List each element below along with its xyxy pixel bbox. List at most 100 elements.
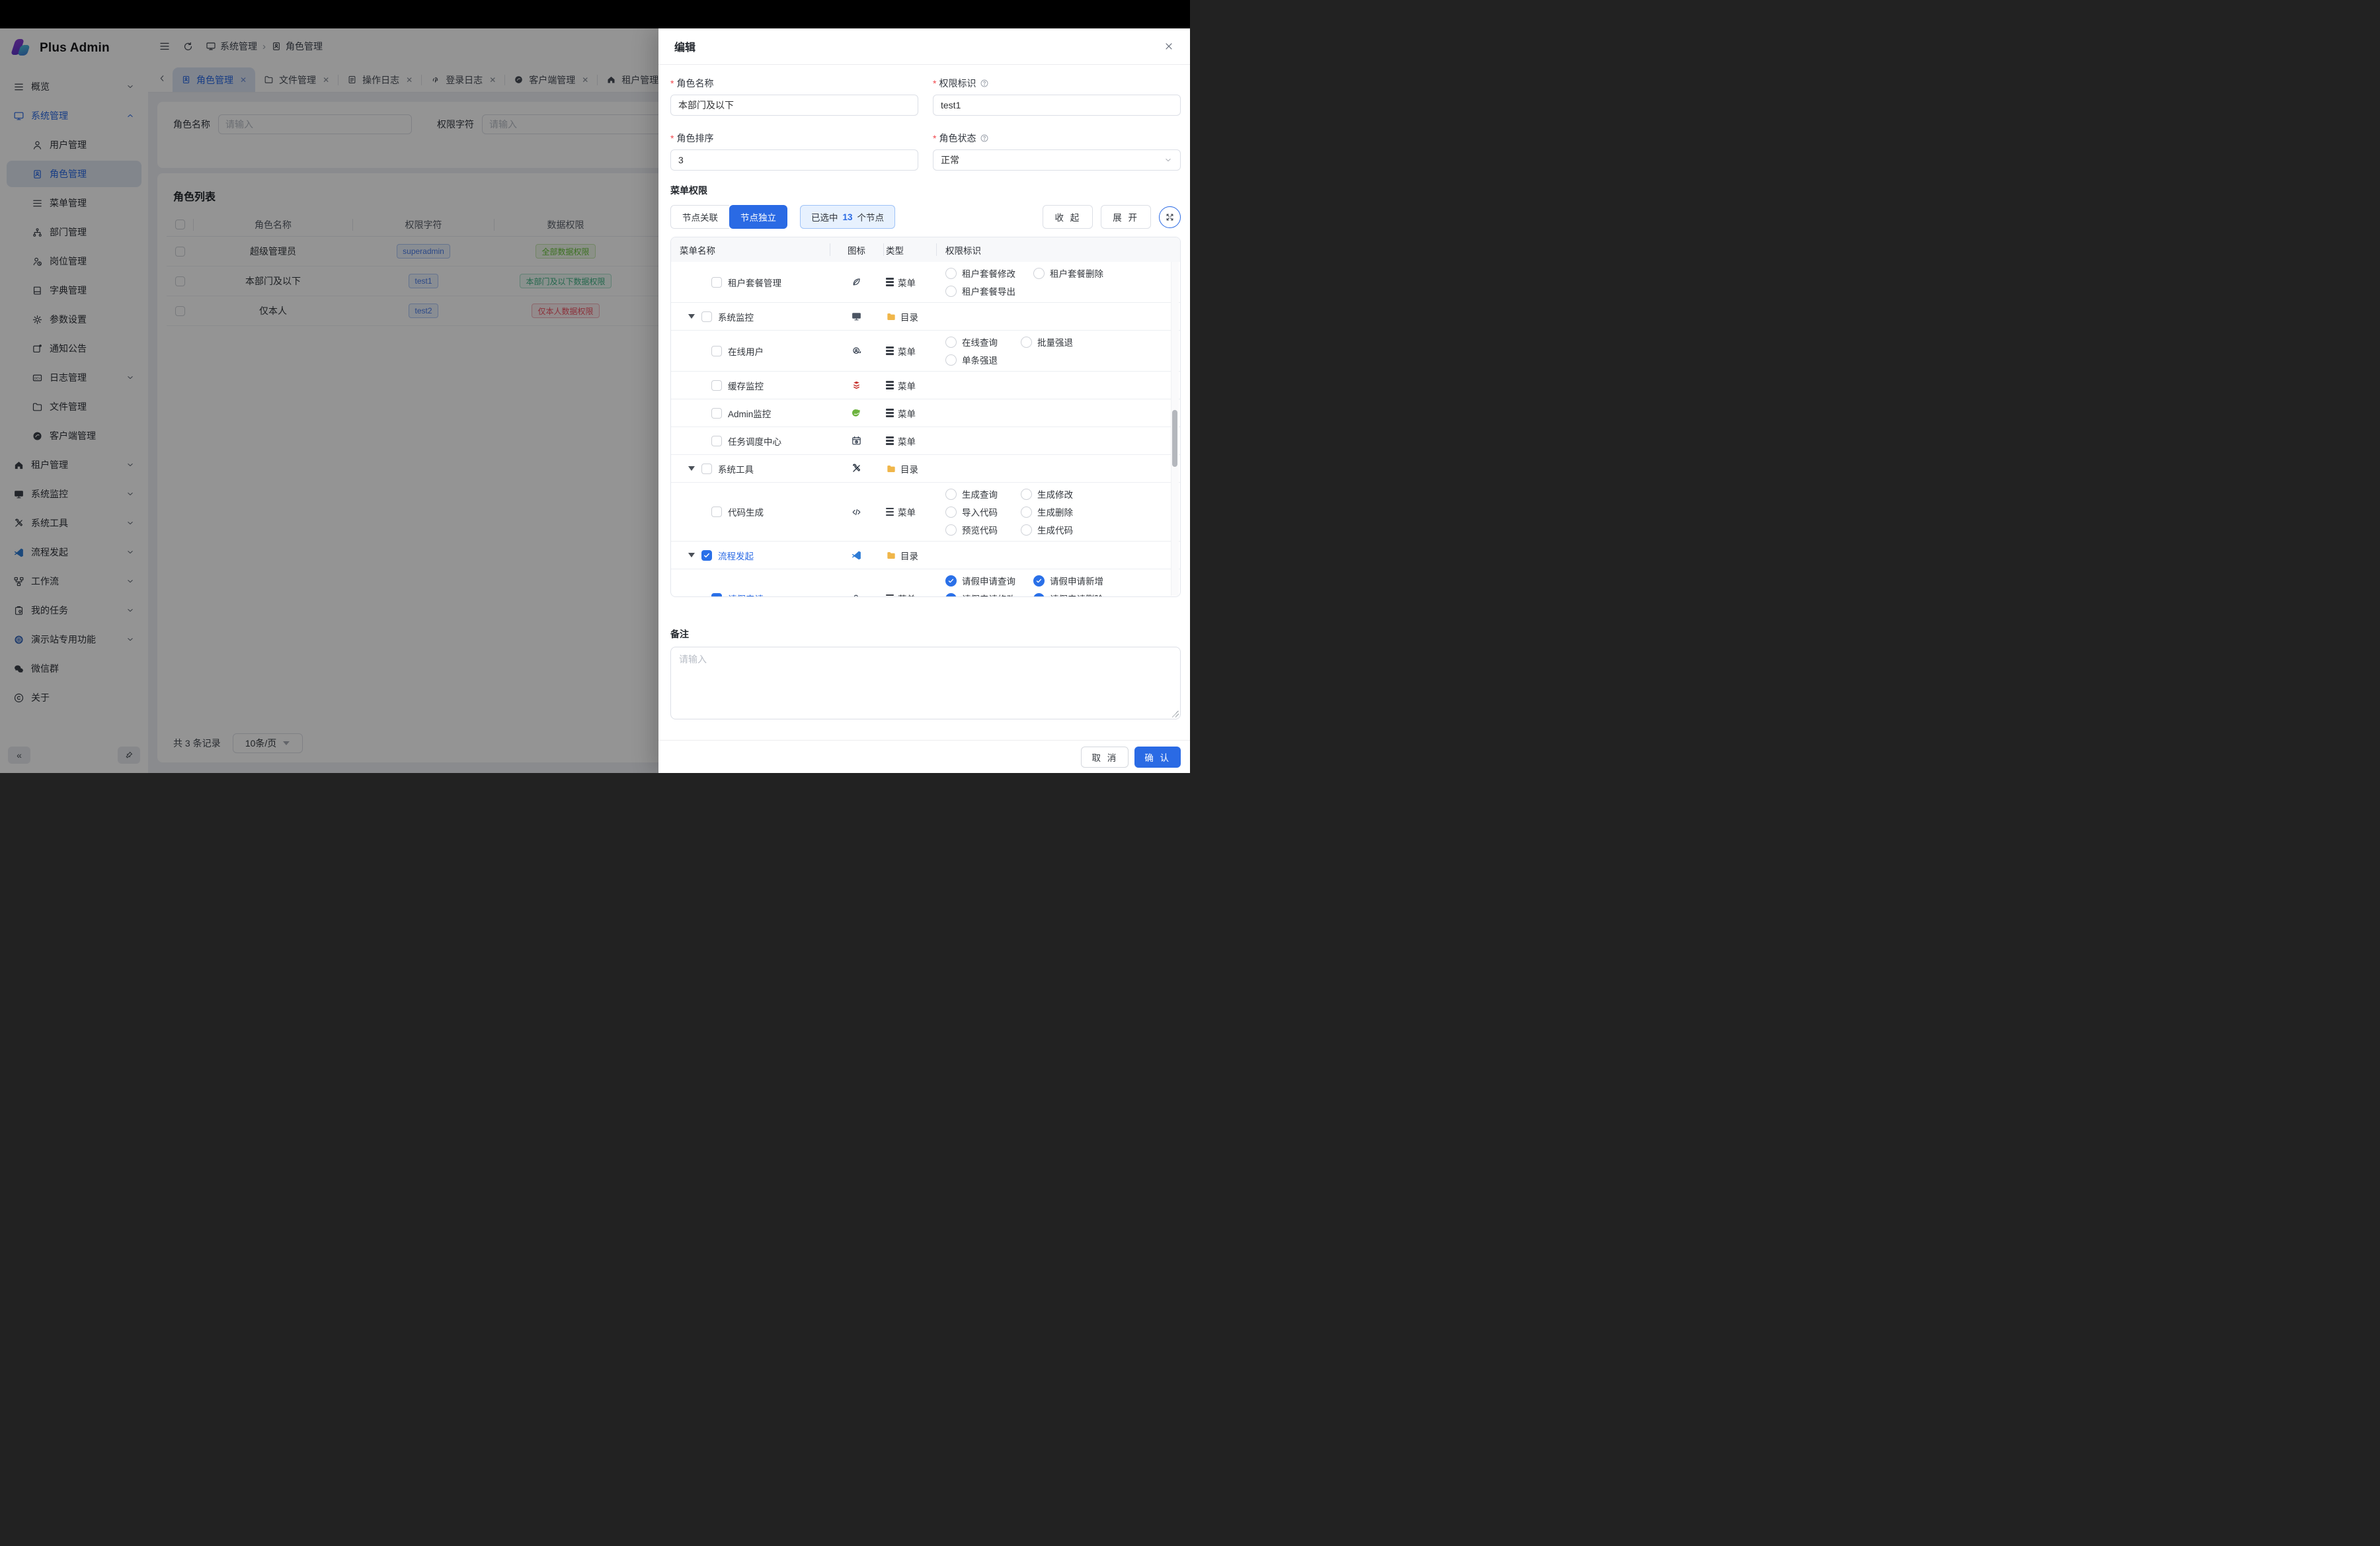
tree-node-checkbox[interactable] xyxy=(711,380,722,391)
tree-row: 在线用户菜单在线查询批量强退单条强退 xyxy=(671,330,1180,371)
permission-checkbox[interactable] xyxy=(945,575,957,587)
leaf-icon xyxy=(851,276,862,288)
permission-item: 生成删除 xyxy=(1021,505,1096,518)
permission-checkbox[interactable] xyxy=(945,524,957,536)
perm_key-input[interactable] xyxy=(933,95,1181,116)
tree-node-label[interactable]: 在线用户 xyxy=(728,345,764,358)
tree-node-label[interactable]: 系统监控 xyxy=(718,310,754,323)
permission-checkbox[interactable] xyxy=(945,286,957,297)
permission-checkbox[interactable] xyxy=(945,489,957,500)
scrollbar-thumb[interactable] xyxy=(1172,410,1177,467)
tree-node-checkbox[interactable] xyxy=(711,593,722,597)
permission-item: 租户套餐修改 xyxy=(945,266,1033,280)
resize-handle-icon[interactable] xyxy=(1172,711,1179,717)
menu-type-icon xyxy=(886,436,894,445)
permission-checkbox[interactable] xyxy=(1021,337,1032,348)
role_name-input[interactable] xyxy=(670,95,918,116)
collapse-all-button[interactable]: 收 起 xyxy=(1043,205,1093,229)
code-icon xyxy=(851,507,862,518)
caret-down-icon[interactable] xyxy=(688,553,695,557)
tree-row: 请假申请菜单请假申请查询请假申请新增请假申请修改请假申请删除请假申请导出 xyxy=(671,569,1180,597)
field-label: 角色排序 xyxy=(676,132,713,145)
tree-row: 流程发起目录 xyxy=(671,541,1180,569)
permission-label: 生成删除 xyxy=(1037,505,1073,518)
drawer-title: 编辑 xyxy=(674,38,695,54)
permission-checkbox[interactable] xyxy=(1021,507,1032,518)
permission-label: 请假申请修改 xyxy=(962,592,1015,597)
permission-item: 租户套餐导出 xyxy=(945,284,1033,298)
modal-scrim[interactable] xyxy=(0,0,658,773)
permission-tree-table: 菜单名称图标类型权限标识 租户套餐管理菜单租户套餐修改租户套餐删除租户套餐导出系… xyxy=(670,237,1181,597)
tree-node-checkbox[interactable] xyxy=(701,550,712,561)
permission-label: 预览代码 xyxy=(962,523,998,536)
question-icon xyxy=(980,79,989,88)
role_sort-input[interactable] xyxy=(670,149,918,171)
fullscreen-button[interactable] xyxy=(1159,206,1181,228)
permission-checkbox[interactable] xyxy=(1033,593,1045,598)
tree-node-label[interactable]: 代码生成 xyxy=(728,505,764,518)
close-icon[interactable] xyxy=(1164,41,1174,52)
permission-item: 批量强退 xyxy=(1021,335,1096,348)
help-icon[interactable] xyxy=(980,134,989,143)
cancel-button[interactable]: 取 消 xyxy=(1081,747,1129,768)
permission-checkbox[interactable] xyxy=(945,268,957,279)
expand-all-button[interactable]: 展 开 xyxy=(1101,205,1151,229)
menu-type-icon xyxy=(886,409,894,417)
tree-node-checkbox[interactable] xyxy=(711,507,722,517)
calendar-clock-icon xyxy=(851,435,862,446)
permission-checkbox[interactable] xyxy=(945,507,957,518)
permission-checkbox[interactable] xyxy=(945,593,957,598)
form-field-role_status: *角色状态正常 xyxy=(933,132,1181,171)
permission-checkbox[interactable] xyxy=(1021,524,1032,536)
menu-type-icon xyxy=(886,594,894,597)
remark-textarea[interactable] xyxy=(670,647,1181,719)
confirm-button[interactable]: 确 认 xyxy=(1134,747,1181,768)
permission-item: 请假申请新增 xyxy=(1033,574,1121,587)
tree-type-label: 菜单 xyxy=(898,505,916,518)
permission-checkbox[interactable] xyxy=(1033,575,1045,587)
tree-node-checkbox[interactable] xyxy=(711,436,722,446)
tree-node-label[interactable]: 请假申请 xyxy=(728,592,764,597)
redis-icon xyxy=(851,380,862,391)
tree-node-checkbox[interactable] xyxy=(711,346,722,356)
permission-checkbox[interactable] xyxy=(1033,268,1045,279)
tree-node-label[interactable]: Admin监控 xyxy=(728,407,771,420)
permission-checkbox[interactable] xyxy=(945,354,957,366)
folder-icon xyxy=(886,311,896,322)
role-status-select[interactable]: 正常 xyxy=(933,149,1181,171)
expand-icon xyxy=(1165,212,1175,222)
permission-item: 生成查询 xyxy=(945,487,1021,501)
required-asterisk: * xyxy=(933,133,936,143)
tree-type-label: 菜单 xyxy=(898,379,916,392)
menu-type-icon xyxy=(886,508,894,516)
segment-节点独立[interactable]: 节点独立 xyxy=(729,205,787,229)
permission-checkbox[interactable] xyxy=(945,337,957,348)
permission-label: 导入代码 xyxy=(962,505,998,518)
permission-item: 导入代码 xyxy=(945,505,1021,518)
tree-node-label[interactable]: 系统工具 xyxy=(718,462,754,475)
tree-node-label[interactable]: 租户套餐管理 xyxy=(728,276,781,289)
tools-icon xyxy=(851,463,862,474)
permission-label: 在线查询 xyxy=(962,335,998,348)
check-icon xyxy=(947,577,955,585)
tree-node-checkbox[interactable] xyxy=(711,277,722,288)
tree-node-checkbox[interactable] xyxy=(701,464,712,474)
permission-checkbox[interactable] xyxy=(1021,489,1032,500)
tree-node-checkbox[interactable] xyxy=(711,408,722,419)
tree-node-checkbox[interactable] xyxy=(701,311,712,322)
permission-item: 租户套餐删除 xyxy=(1033,266,1121,280)
form-field-role_sort: *角色排序 xyxy=(670,132,918,171)
segment-节点关联[interactable]: 节点关联 xyxy=(670,205,729,229)
tree-node-label[interactable]: 缓存监控 xyxy=(728,379,764,392)
tree-node-label[interactable]: 流程发起 xyxy=(718,549,754,562)
permission-item: 单条强退 xyxy=(945,353,1021,366)
caret-down-icon[interactable] xyxy=(688,466,695,471)
caret-down-icon[interactable] xyxy=(688,314,695,319)
tree-type-label: 目录 xyxy=(900,462,918,475)
remark-box xyxy=(670,647,1181,719)
folder-icon xyxy=(886,550,896,561)
help-icon[interactable] xyxy=(980,79,989,88)
tree-node-label[interactable]: 任务调度中心 xyxy=(728,434,781,448)
menu-type-icon xyxy=(886,278,894,286)
permission-item: 预览代码 xyxy=(945,523,1021,536)
